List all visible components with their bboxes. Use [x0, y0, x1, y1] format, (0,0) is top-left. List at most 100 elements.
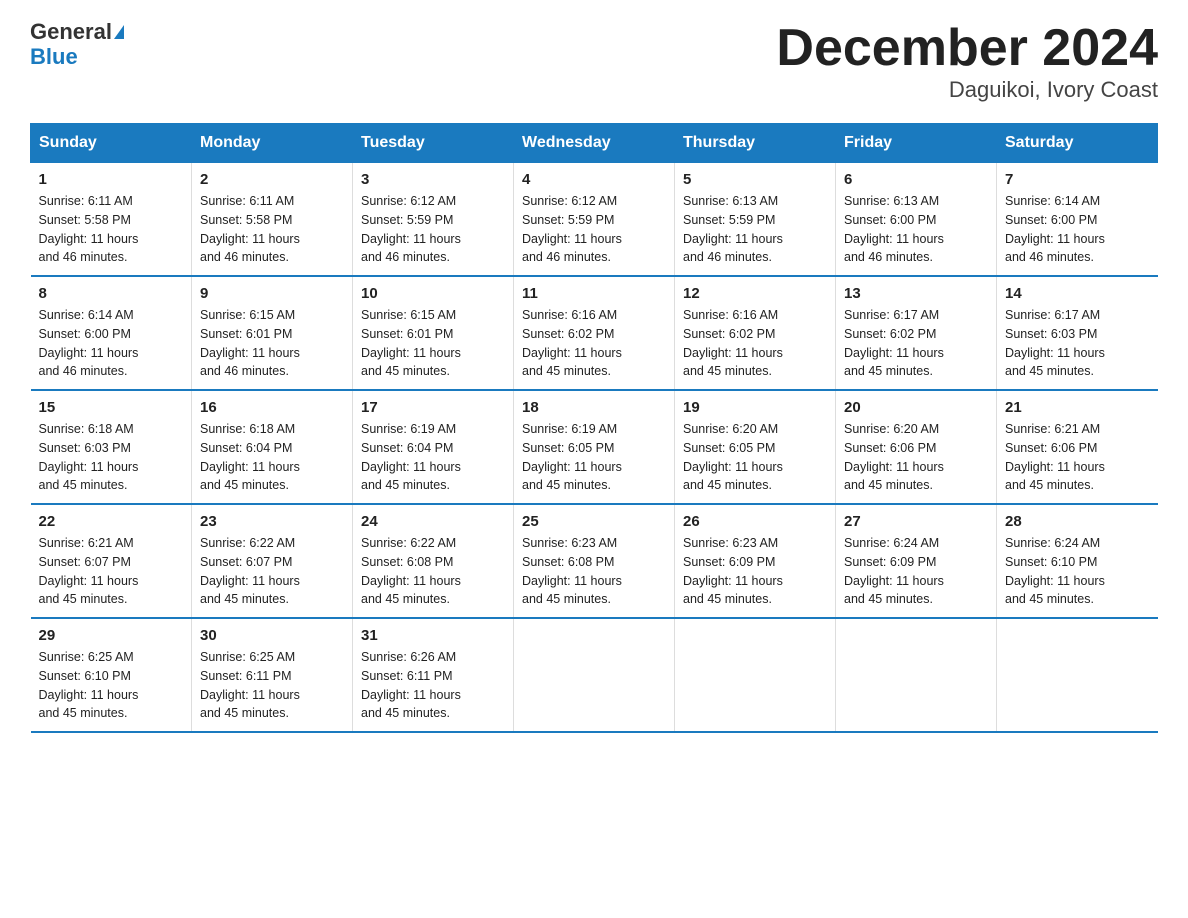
logo: General Blue: [30, 20, 124, 70]
calendar-day-cell: 28 Sunrise: 6:24 AMSunset: 6:10 PMDayligh…: [997, 504, 1158, 618]
day-info: Sunrise: 6:11 AMSunset: 5:58 PMDaylight:…: [200, 192, 344, 267]
day-info: Sunrise: 6:24 AMSunset: 6:09 PMDaylight:…: [844, 534, 988, 609]
logo-text-general: General: [30, 20, 112, 44]
day-info: Sunrise: 6:14 AMSunset: 6:00 PMDaylight:…: [39, 306, 184, 381]
day-of-week-header: Tuesday: [353, 124, 514, 163]
day-number: 30: [200, 627, 344, 644]
day-number: 2: [200, 171, 344, 188]
day-info: Sunrise: 6:18 AMSunset: 6:04 PMDaylight:…: [200, 420, 344, 495]
day-number: 19: [683, 399, 827, 416]
day-of-week-header: Monday: [192, 124, 353, 163]
day-info: Sunrise: 6:16 AMSunset: 6:02 PMDaylight:…: [683, 306, 827, 381]
day-of-week-header: Sunday: [31, 124, 192, 163]
calendar-day-cell: 6 Sunrise: 6:13 AMSunset: 6:00 PMDaylight…: [836, 163, 997, 277]
day-info: Sunrise: 6:12 AMSunset: 5:59 PMDaylight:…: [522, 192, 666, 267]
day-number: 25: [522, 513, 666, 530]
calendar-day-cell: 21 Sunrise: 6:21 AMSunset: 6:06 PMDayligh…: [997, 390, 1158, 504]
day-info: Sunrise: 6:21 AMSunset: 6:07 PMDaylight:…: [39, 534, 184, 609]
day-info: Sunrise: 6:20 AMSunset: 6:05 PMDaylight:…: [683, 420, 827, 495]
title-block: December 2024 Daguikoi, Ivory Coast: [776, 20, 1158, 103]
day-info: Sunrise: 6:16 AMSunset: 6:02 PMDaylight:…: [522, 306, 666, 381]
day-info: Sunrise: 6:26 AMSunset: 6:11 PMDaylight:…: [361, 648, 505, 723]
calendar-day-cell: 31 Sunrise: 6:26 AMSunset: 6:11 PMDayligh…: [353, 618, 514, 732]
calendar-day-cell: 25 Sunrise: 6:23 AMSunset: 6:08 PMDayligh…: [514, 504, 675, 618]
calendar-day-cell: 5Sunrise: 6:13 AMSunset: 5:59 PMDaylight…: [675, 163, 836, 277]
day-number: 28: [1005, 513, 1150, 530]
day-of-week-header: Wednesday: [514, 124, 675, 163]
day-info: Sunrise: 6:12 AMSunset: 5:59 PMDaylight:…: [361, 192, 505, 267]
calendar-day-cell: 1 Sunrise: 6:11 AMSunset: 5:58 PMDaylight…: [31, 163, 192, 277]
day-info: Sunrise: 6:19 AMSunset: 6:05 PMDaylight:…: [522, 420, 666, 495]
day-info: Sunrise: 6:23 AMSunset: 6:08 PMDaylight:…: [522, 534, 666, 609]
day-number: 15: [39, 399, 184, 416]
calendar-day-cell: 3 Sunrise: 6:12 AMSunset: 5:59 PMDaylight…: [353, 163, 514, 277]
day-number: 9: [200, 285, 344, 302]
calendar-day-cell: 2 Sunrise: 6:11 AMSunset: 5:58 PMDaylight…: [192, 163, 353, 277]
day-info: Sunrise: 6:24 AMSunset: 6:10 PMDaylight:…: [1005, 534, 1150, 609]
day-number: 27: [844, 513, 988, 530]
day-number: 10: [361, 285, 505, 302]
calendar-day-cell: 4 Sunrise: 6:12 AMSunset: 5:59 PMDaylight…: [514, 163, 675, 277]
day-info: Sunrise: 6:13 AMSunset: 6:00 PMDaylight:…: [844, 192, 988, 267]
day-number: 3: [361, 171, 505, 188]
day-info: Sunrise: 6:18 AMSunset: 6:03 PMDaylight:…: [39, 420, 184, 495]
calendar-title: December 2024: [776, 20, 1158, 77]
day-info: Sunrise: 6:21 AMSunset: 6:06 PMDaylight:…: [1005, 420, 1150, 495]
day-info: Sunrise: 6:25 AMSunset: 6:11 PMDaylight:…: [200, 648, 344, 723]
day-of-week-header: Friday: [836, 124, 997, 163]
day-info: Sunrise: 6:22 AMSunset: 6:07 PMDaylight:…: [200, 534, 344, 609]
calendar-day-cell: 10 Sunrise: 6:15 AMSunset: 6:01 PMDayligh…: [353, 276, 514, 390]
day-number: 20: [844, 399, 988, 416]
day-number: 6: [844, 171, 988, 188]
calendar-day-cell: 11 Sunrise: 6:16 AMSunset: 6:02 PMDayligh…: [514, 276, 675, 390]
day-info: Sunrise: 6:20 AMSunset: 6:06 PMDaylight:…: [844, 420, 988, 495]
day-info: Sunrise: 6:15 AMSunset: 6:01 PMDaylight:…: [361, 306, 505, 381]
calendar-day-cell: 19 Sunrise: 6:20 AMSunset: 6:05 PMDayligh…: [675, 390, 836, 504]
calendar-day-cell: [836, 618, 997, 732]
calendar-day-cell: [997, 618, 1158, 732]
day-info: Sunrise: 6:15 AMSunset: 6:01 PMDaylight:…: [200, 306, 344, 381]
day-number: 13: [844, 285, 988, 302]
calendar-day-cell: [675, 618, 836, 732]
calendar-day-cell: 7 Sunrise: 6:14 AMSunset: 6:00 PMDaylight…: [997, 163, 1158, 277]
calendar-day-cell: [514, 618, 675, 732]
calendar-table: SundayMondayTuesdayWednesdayThursdayFrid…: [30, 123, 1158, 733]
day-number: 21: [1005, 399, 1150, 416]
calendar-day-cell: 8 Sunrise: 6:14 AMSunset: 6:00 PMDaylight…: [31, 276, 192, 390]
calendar-day-cell: 13Sunrise: 6:17 AMSunset: 6:02 PMDayligh…: [836, 276, 997, 390]
day-number: 11: [522, 285, 666, 302]
day-number: 22: [39, 513, 184, 530]
day-number: 23: [200, 513, 344, 530]
day-number: 7: [1005, 171, 1150, 188]
page-header: General Blue December 2024 Daguikoi, Ivo…: [30, 20, 1158, 103]
calendar-body: 1 Sunrise: 6:11 AMSunset: 5:58 PMDaylight…: [31, 163, 1158, 733]
day-info: Sunrise: 6:14 AMSunset: 6:00 PMDaylight:…: [1005, 192, 1150, 267]
calendar-day-cell: 18Sunrise: 6:19 AMSunset: 6:05 PMDayligh…: [514, 390, 675, 504]
calendar-day-cell: 23 Sunrise: 6:22 AMSunset: 6:07 PMDayligh…: [192, 504, 353, 618]
day-number: 1: [39, 171, 184, 188]
calendar-day-cell: 27 Sunrise: 6:24 AMSunset: 6:09 PMDayligh…: [836, 504, 997, 618]
day-number: 12: [683, 285, 827, 302]
calendar-week-row: 22 Sunrise: 6:21 AMSunset: 6:07 PMDayligh…: [31, 504, 1158, 618]
day-number: 8: [39, 285, 184, 302]
calendar-subtitle: Daguikoi, Ivory Coast: [776, 77, 1158, 103]
day-number: 16: [200, 399, 344, 416]
day-of-week-header: Saturday: [997, 124, 1158, 163]
calendar-day-cell: 9 Sunrise: 6:15 AMSunset: 6:01 PMDaylight…: [192, 276, 353, 390]
day-number: 24: [361, 513, 505, 530]
day-number: 29: [39, 627, 184, 644]
day-number: 5: [683, 171, 827, 188]
calendar-day-cell: 14Sunrise: 6:17 AMSunset: 6:03 PMDayligh…: [997, 276, 1158, 390]
day-info: Sunrise: 6:19 AMSunset: 6:04 PMDaylight:…: [361, 420, 505, 495]
day-number: 31: [361, 627, 505, 644]
calendar-week-row: 1 Sunrise: 6:11 AMSunset: 5:58 PMDaylight…: [31, 163, 1158, 277]
day-number: 4: [522, 171, 666, 188]
calendar-day-cell: 30 Sunrise: 6:25 AMSunset: 6:11 PMDayligh…: [192, 618, 353, 732]
calendar-day-cell: 26Sunrise: 6:23 AMSunset: 6:09 PMDayligh…: [675, 504, 836, 618]
day-info: Sunrise: 6:11 AMSunset: 5:58 PMDaylight:…: [39, 192, 184, 267]
calendar-day-cell: 24Sunrise: 6:22 AMSunset: 6:08 PMDayligh…: [353, 504, 514, 618]
day-info: Sunrise: 6:23 AMSunset: 6:09 PMDaylight:…: [683, 534, 827, 609]
calendar-day-cell: 22 Sunrise: 6:21 AMSunset: 6:07 PMDayligh…: [31, 504, 192, 618]
day-info: Sunrise: 6:17 AMSunset: 6:03 PMDaylight:…: [1005, 306, 1150, 381]
calendar-day-cell: 16 Sunrise: 6:18 AMSunset: 6:04 PMDayligh…: [192, 390, 353, 504]
